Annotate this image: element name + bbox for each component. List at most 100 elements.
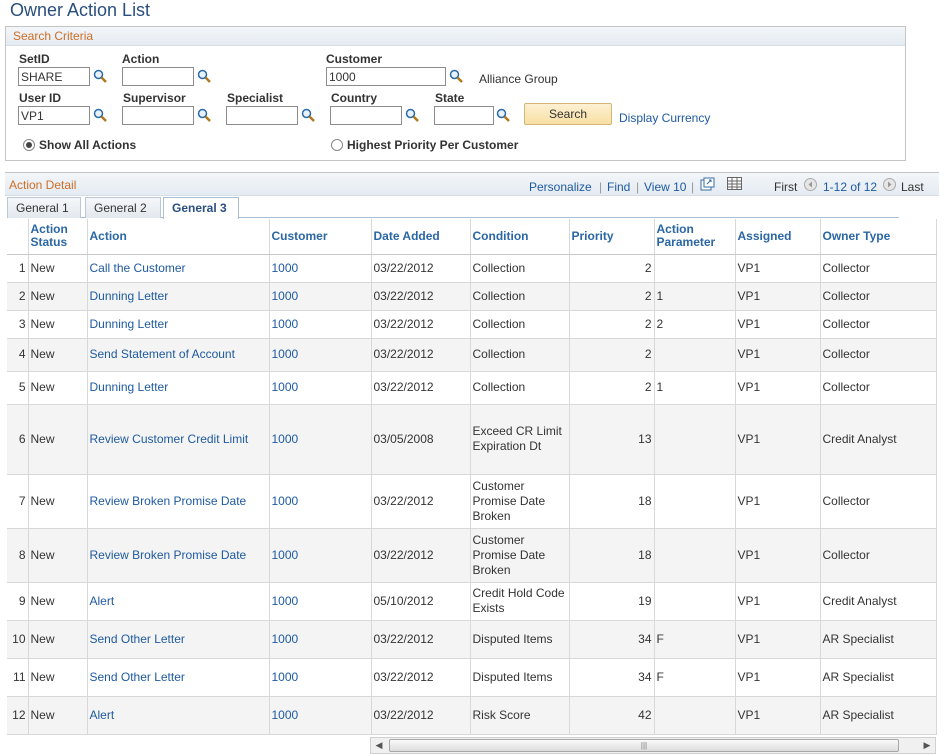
customer-link[interactable]: 1000 bbox=[272, 548, 299, 562]
download-spreadsheet-icon[interactable] bbox=[727, 177, 742, 190]
col-priority[interactable]: Priority bbox=[569, 219, 655, 255]
next-arrow-icon[interactable] bbox=[883, 178, 896, 191]
customer-link[interactable]: 1000 bbox=[272, 317, 299, 331]
priority-cell: 42 bbox=[569, 696, 655, 735]
tab-general-2[interactable]: General 2 bbox=[85, 197, 161, 218]
owner-type-cell: Collector bbox=[820, 371, 937, 405]
action-link[interactable]: Review Broken Promise Date bbox=[90, 548, 247, 562]
action-link[interactable]: Alert bbox=[90, 594, 115, 608]
action-cell: Alert bbox=[87, 582, 270, 621]
show-all-actions-radio[interactable] bbox=[23, 139, 35, 151]
action-lookup-icon[interactable] bbox=[197, 69, 211, 83]
customer-link[interactable]: 1000 bbox=[272, 432, 299, 446]
condition-cell: Customer Promise Date Broken bbox=[470, 528, 570, 583]
col-date-added[interactable]: Date Added bbox=[371, 219, 471, 255]
search-button[interactable]: Search bbox=[524, 103, 612, 125]
supervisor-lookup-icon[interactable] bbox=[197, 108, 211, 122]
action-cell: Review Customer Credit Limit bbox=[87, 404, 270, 475]
personalize-link[interactable]: Personalize bbox=[529, 180, 592, 194]
action-parameter-cell: 1 bbox=[656, 380, 664, 394]
specialist-input[interactable] bbox=[226, 106, 298, 125]
specialist-lookup-icon[interactable] bbox=[301, 108, 315, 122]
previous-arrow-icon[interactable] bbox=[804, 178, 817, 191]
action-link[interactable]: Dunning Letter bbox=[90, 289, 169, 303]
col-owner-type[interactable]: Owner Type bbox=[820, 219, 937, 255]
col-action-parameter[interactable]: Action Parameter bbox=[654, 219, 736, 255]
customer-link[interactable]: 1000 bbox=[272, 289, 299, 303]
col-customer[interactable]: Customer bbox=[269, 219, 372, 255]
action-status-cell: New bbox=[28, 620, 88, 659]
action-link[interactable]: Send Statement of Account bbox=[90, 347, 235, 361]
action-status-cell: New bbox=[28, 254, 88, 283]
row-number: 12 bbox=[7, 696, 29, 735]
country-input[interactable] bbox=[330, 106, 402, 125]
setid-input[interactable] bbox=[18, 67, 90, 86]
action-link[interactable]: Call the Customer bbox=[90, 261, 186, 275]
customer-link[interactable]: 1000 bbox=[272, 708, 299, 722]
state-lookup-icon[interactable] bbox=[496, 108, 510, 122]
scrollbar-thumb[interactable]: ||| bbox=[389, 739, 899, 752]
action-link[interactable]: Send Other Letter bbox=[90, 632, 185, 646]
new-window-icon[interactable] bbox=[700, 177, 715, 191]
assigned-cell: VP1 bbox=[737, 707, 761, 722]
table-row: 12 New Alert 1000 03/22/2012 Risk Score 42 VP1 A… bbox=[7, 696, 937, 735]
tab-general-1[interactable]: General 1 bbox=[7, 197, 81, 218]
scroll-right-icon[interactable]: ▶ bbox=[919, 738, 935, 753]
page-title: Owner Action List bbox=[10, 0, 151, 20]
action-label: Action bbox=[122, 52, 160, 66]
highest-priority-radio[interactable] bbox=[331, 139, 343, 151]
date-added-cell: 03/22/2012 bbox=[371, 338, 471, 372]
customer-link[interactable]: 1000 bbox=[272, 261, 299, 275]
action-link[interactable]: Alert bbox=[90, 708, 115, 722]
horizontal-scrollbar[interactable]: ◀ ||| ▶ bbox=[370, 737, 936, 754]
customer-link[interactable]: 1000 bbox=[272, 494, 299, 508]
assigned-cell: VP1 bbox=[735, 582, 821, 621]
customer-cell: 1000 bbox=[269, 474, 372, 529]
owner-type-cell: Collector bbox=[822, 288, 870, 303]
condition-cell: Collection bbox=[472, 380, 526, 394]
customer-cell: 1000 bbox=[269, 310, 372, 339]
user-id-input[interactable] bbox=[18, 106, 90, 125]
customer-link[interactable]: 1000 bbox=[272, 594, 299, 608]
table-row: 5 New Dunning Letter 1000 03/22/2012 Collecti… bbox=[7, 371, 937, 405]
action-link[interactable]: Dunning Letter bbox=[90, 380, 169, 394]
display-currency-link[interactable]: Display Currency bbox=[619, 111, 710, 125]
scroll-left-icon[interactable]: ◀ bbox=[371, 738, 387, 753]
customer-link[interactable]: 1000 bbox=[272, 380, 299, 394]
col-action[interactable]: Action bbox=[87, 219, 270, 255]
customer-link[interactable]: 1000 bbox=[272, 670, 299, 684]
user-id-lookup-icon[interactable] bbox=[93, 108, 107, 122]
action-input[interactable] bbox=[122, 67, 194, 86]
customer-cell: 1000 bbox=[269, 371, 372, 405]
priority-cell: 2 bbox=[569, 338, 655, 372]
find-link[interactable]: Find bbox=[607, 180, 630, 194]
action-link[interactable]: Review Broken Promise Date bbox=[90, 494, 247, 508]
action-link[interactable]: Dunning Letter bbox=[90, 317, 169, 331]
action-link[interactable]: Review Customer Credit Limit bbox=[90, 432, 249, 446]
condition-cell: Collection bbox=[470, 338, 570, 372]
tab-general-3[interactable]: General 3 bbox=[163, 197, 239, 219]
supervisor-input[interactable] bbox=[122, 106, 194, 125]
condition-cell: Risk Score bbox=[472, 707, 531, 722]
owner-type-cell: Credit Analyst bbox=[822, 431, 897, 446]
action-parameter-cell: 2 bbox=[656, 316, 664, 331]
col-condition[interactable]: Condition bbox=[470, 219, 570, 255]
country-lookup-icon[interactable] bbox=[405, 108, 419, 122]
view-10-link[interactable]: View 10 bbox=[644, 180, 686, 194]
assigned-cell: VP1 bbox=[735, 282, 821, 311]
customer-input[interactable] bbox=[326, 67, 446, 86]
customer-lookup-icon[interactable] bbox=[449, 69, 463, 83]
col-assigned[interactable]: Assigned bbox=[735, 219, 821, 255]
customer-link[interactable]: 1000 bbox=[272, 347, 299, 361]
row-number: 7 bbox=[18, 493, 26, 508]
col-action-status[interactable]: Action Status bbox=[28, 219, 88, 255]
priority-cell: 2 bbox=[644, 288, 652, 303]
action-parameter-cell: F bbox=[654, 620, 736, 659]
customer-link[interactable]: 1000 bbox=[272, 632, 299, 646]
row-number: 3 bbox=[7, 310, 29, 339]
table-row: 2 New Dunning Letter 1000 03/22/2012 Collecti… bbox=[7, 282, 937, 311]
setid-lookup-icon[interactable] bbox=[93, 69, 107, 83]
action-link[interactable]: Send Other Letter bbox=[90, 670, 185, 684]
action-status-cell: New bbox=[28, 696, 88, 735]
state-input[interactable] bbox=[434, 106, 494, 125]
